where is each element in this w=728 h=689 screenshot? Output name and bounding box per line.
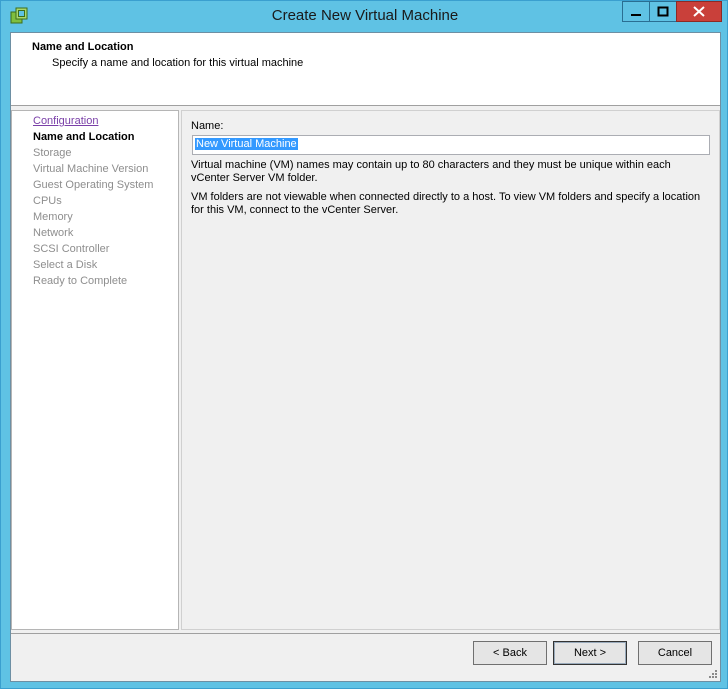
resize-grip-icon[interactable] [708,669,718,679]
maximize-button[interactable] [649,1,677,22]
name-rules-line-1: Virtual machine (VM) names may contain u… [191,159,671,171]
vm-name-value: New Virtual Machine [195,138,298,150]
step-select-disk: Select a Disk [33,259,98,271]
title-bar[interactable]: Create New Virtual Machine [1,1,728,31]
header-subtitle: Specify a name and location for this vir… [52,57,304,69]
wizard-header: Name and Location Specify a name and loc… [11,33,720,106]
step-ready-to-complete: Ready to Complete [33,275,128,287]
back-button[interactable]: < Back [473,641,547,665]
step-cpus: CPUs [33,195,62,207]
maximize-icon [657,6,669,17]
footer-divider [11,633,720,634]
vm-name-input[interactable]: New Virtual Machine [192,135,710,155]
window-title: Create New Virtual Machine [271,7,459,24]
name-rules-line-2: vCenter Server VM folder. [191,172,318,184]
name-label: Name: [191,120,224,132]
folder-info-line-2: for this VM, connect to the vCenter Serv… [191,204,399,216]
folder-info-text: VM folders are not viewable when connect… [191,191,711,217]
header-title: Name and Location [32,41,134,53]
step-scsi-controller: SCSI Controller [33,243,110,255]
wizard-step-list: Configuration Name and Location Storage … [11,110,179,630]
step-content: Name: New Virtual Machine Virtual machin… [181,110,720,630]
close-button[interactable] [676,1,722,22]
step-memory: Memory [33,211,73,223]
step-configuration[interactable]: Configuration [33,115,98,127]
minimize-button[interactable] [622,1,650,22]
step-guest-os: Guest Operating System [33,179,154,191]
step-network: Network [33,227,74,239]
dialog-window: Create New Virtual Machine Name and Loca… [0,0,728,689]
close-icon [693,6,705,17]
step-name-and-location: Name and Location [33,131,135,143]
step-vm-version: Virtual Machine Version [33,163,149,175]
step-storage: Storage [33,147,72,159]
minimize-icon [631,13,641,16]
folder-info-line-1: VM folders are not viewable when connect… [191,191,701,203]
next-button[interactable]: Next > [553,641,627,665]
dialog-client: Name and Location Specify a name and loc… [10,32,721,682]
name-rules-text: Virtual machine (VM) names may contain u… [191,159,711,185]
cancel-button[interactable]: Cancel [638,641,712,665]
